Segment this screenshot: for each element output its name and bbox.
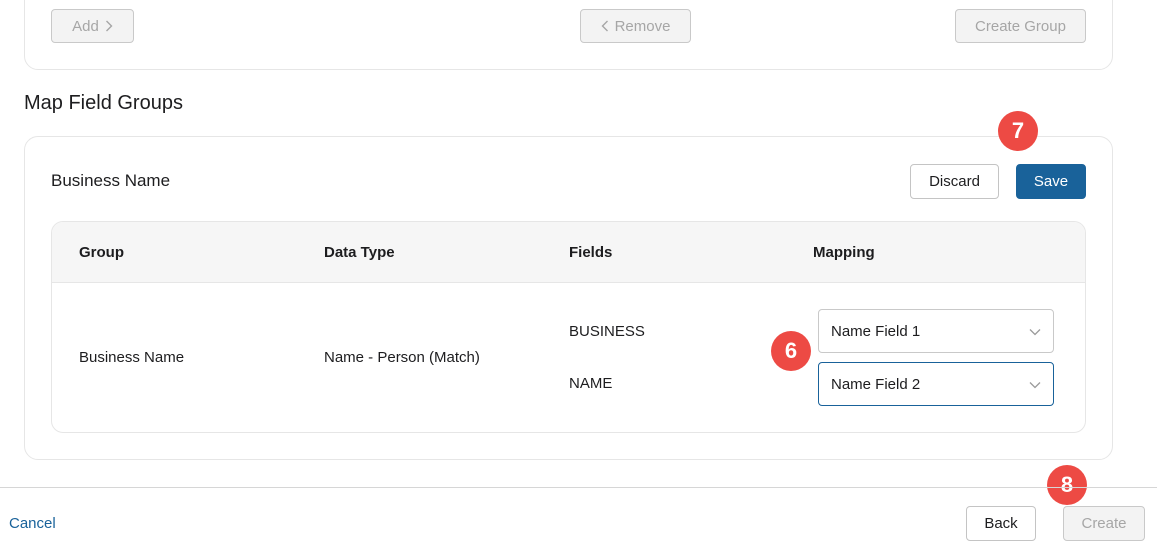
group-card-title: Business Name bbox=[51, 171, 171, 190]
field-selection-card bbox=[24, 0, 1113, 70]
create-button-label: Create bbox=[1081, 515, 1127, 532]
step-badge-6: 6 bbox=[771, 331, 811, 371]
back-button-label: Back bbox=[984, 515, 1018, 532]
chevron-down-icon bbox=[1029, 376, 1041, 393]
create-group-button-label: Create Group bbox=[975, 17, 1066, 35]
create-group-button[interactable]: Create Group bbox=[955, 9, 1086, 43]
cell-field-name: NAME bbox=[569, 375, 613, 392]
header-data-type: Data Type bbox=[324, 244, 395, 261]
header-mapping: Mapping bbox=[813, 244, 875, 261]
step-badge-7: 7 bbox=[998, 111, 1038, 151]
header-fields: Fields bbox=[569, 244, 613, 261]
discard-button-label: Discard bbox=[929, 173, 980, 190]
cancel-link[interactable]: Cancel bbox=[9, 515, 56, 532]
chevron-down-icon bbox=[1029, 323, 1041, 340]
mapping-select-name[interactable]: Name Field 2 bbox=[818, 362, 1054, 406]
create-button[interactable]: Create bbox=[1063, 506, 1145, 541]
chevron-right-icon bbox=[105, 20, 113, 32]
footer-divider bbox=[0, 487, 1157, 488]
step-badge-8: 8 bbox=[1047, 465, 1087, 505]
back-button[interactable]: Back bbox=[966, 506, 1036, 541]
cell-data-type: Name - Person (Match) bbox=[324, 349, 480, 366]
section-title: Map Field Groups bbox=[24, 92, 183, 114]
header-group: Group bbox=[79, 244, 124, 261]
add-button[interactable]: Add bbox=[51, 9, 134, 43]
mapping-select-value: Name Field 1 bbox=[831, 322, 921, 340]
remove-button[interactable]: Remove bbox=[580, 9, 691, 43]
cell-field-business: BUSINESS bbox=[569, 323, 645, 340]
mapping-select-business[interactable]: Name Field 1 bbox=[818, 309, 1054, 353]
mapping-select-value: Name Field 2 bbox=[831, 375, 921, 393]
remove-button-label: Remove bbox=[614, 17, 671, 35]
discard-button[interactable]: Discard bbox=[910, 164, 999, 199]
save-button-label: Save bbox=[1033, 173, 1069, 190]
save-button[interactable]: Save bbox=[1016, 164, 1086, 199]
cell-group: Business Name bbox=[79, 349, 185, 366]
chevron-left-icon bbox=[601, 20, 609, 32]
add-button-label: Add bbox=[72, 17, 99, 35]
